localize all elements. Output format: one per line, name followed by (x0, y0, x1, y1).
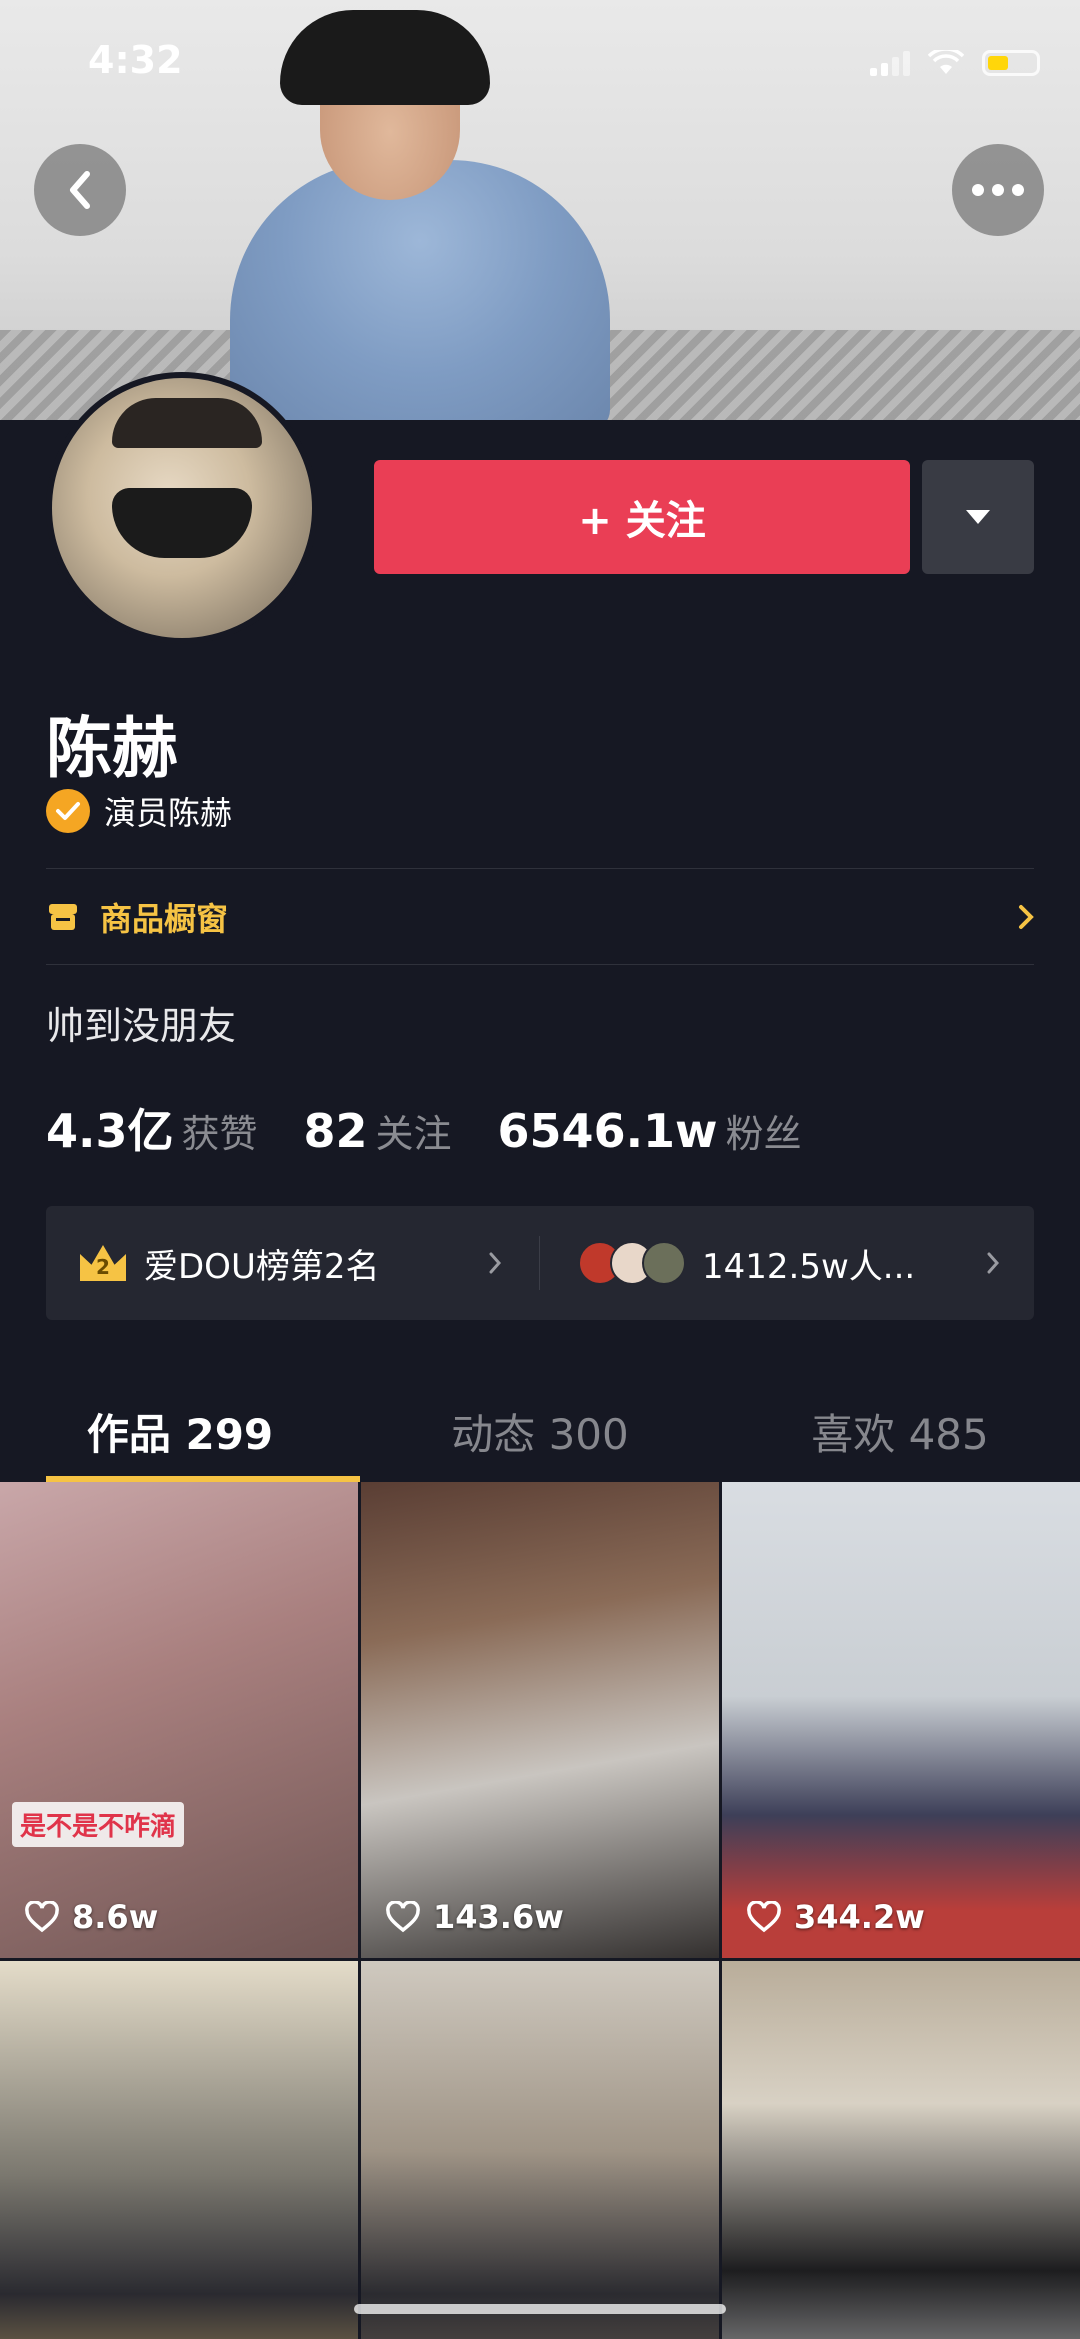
follow-button[interactable]: + 关注 (374, 460, 910, 574)
heart-icon (747, 1901, 781, 1933)
video-thumbnail[interactable]: 143.6w (361, 1482, 719, 1958)
stat-value: 6546.1w (497, 1104, 718, 1158)
content-tabs: 作品 299 动态 300 喜欢 485 (0, 1380, 1080, 1482)
shop-icon (49, 904, 77, 930)
stat-label: 粉丝 (725, 1112, 802, 1156)
video-thumbnail[interactable] (361, 1961, 719, 2339)
verified-badge-icon (46, 789, 90, 833)
stats-row: 4.3亿 获赞 82 关注 6546.1w 粉丝 (46, 1095, 802, 1161)
profile-name: 陈赫 (46, 710, 178, 787)
stat-following[interactable]: 82 关注 (304, 1103, 452, 1158)
more-follow-options-button[interactable] (922, 460, 1034, 574)
shop-window-label: 商品橱窗 (100, 900, 229, 938)
heart-icon (386, 1901, 420, 1933)
tab-works[interactable]: 作品 299 (0, 1380, 360, 1482)
stat-followers[interactable]: 6546.1w 粉丝 (498, 1103, 802, 1158)
video-grid: 是不是不咋滴 8.6w 143.6w 344.2w (0, 1482, 1080, 2339)
tab-likes[interactable]: 喜欢 485 (720, 1380, 1080, 1482)
stat-value: 4.3亿 (46, 1104, 174, 1158)
dou-rank-link[interactable]: 2 爱DOU榜第2名 (46, 1206, 540, 1320)
verified-row: 演员陈赫 (46, 788, 232, 834)
chevron-right-icon (987, 1252, 1000, 1274)
bio-text: 帅到没朋友 (46, 1004, 237, 1048)
fan-avatars (578, 1241, 686, 1285)
wifi-icon (928, 50, 964, 74)
tab-activity[interactable]: 动态 300 (360, 1380, 720, 1482)
crown-icon: 2 (80, 1245, 126, 1281)
stat-label: 获赞 (181, 1112, 258, 1156)
avatar[interactable] (46, 372, 318, 644)
video-likes: 8.6w (24, 1898, 158, 1936)
rank-bar: 2 爱DOU榜第2名 1412.5w人... (46, 1206, 1034, 1320)
dou-rank-label: 爱DOU榜第2名 (144, 1246, 380, 1287)
video-caption: 是不是不咋滴 (12, 1802, 185, 1847)
stat-likes[interactable]: 4.3亿 获赞 (46, 1095, 258, 1161)
video-likes: 344.2w (746, 1898, 925, 1936)
home-indicator[interactable] (354, 2304, 726, 2314)
fan-count-label: 1412.5w人... (702, 1246, 916, 1287)
shop-window-link[interactable]: 商品橱窗 (46, 870, 1034, 964)
heart-icon (25, 1901, 59, 1933)
back-button[interactable] (34, 144, 126, 236)
video-thumbnail[interactable]: 是不是不咋滴 8.6w (0, 1482, 358, 1958)
fan-group-link[interactable]: 1412.5w人... (540, 1206, 1034, 1320)
chevron-right-icon (489, 1252, 502, 1274)
battery-icon (982, 50, 1040, 76)
video-likes: 143.6w (385, 1898, 564, 1936)
fan-avatar (642, 1241, 686, 1285)
stat-label: 关注 (375, 1112, 452, 1156)
verified-title: 演员陈赫 (104, 794, 233, 832)
video-thumbnail[interactable] (0, 1961, 358, 2339)
divider (46, 964, 1034, 965)
chevron-left-icon (70, 171, 90, 209)
status-icons (870, 50, 1040, 76)
divider (46, 868, 1034, 869)
chevron-right-icon (1019, 905, 1034, 929)
signal-icon (870, 50, 910, 76)
video-thumbnail[interactable]: 344.2w (722, 1482, 1080, 1958)
triangle-down-icon (966, 510, 990, 524)
video-thumbnail[interactable] (722, 1961, 1080, 2339)
status-time: 4:32 (88, 38, 183, 82)
more-dots-icon (972, 184, 1024, 196)
more-options-button[interactable] (952, 144, 1044, 236)
stat-value: 82 (303, 1104, 368, 1158)
